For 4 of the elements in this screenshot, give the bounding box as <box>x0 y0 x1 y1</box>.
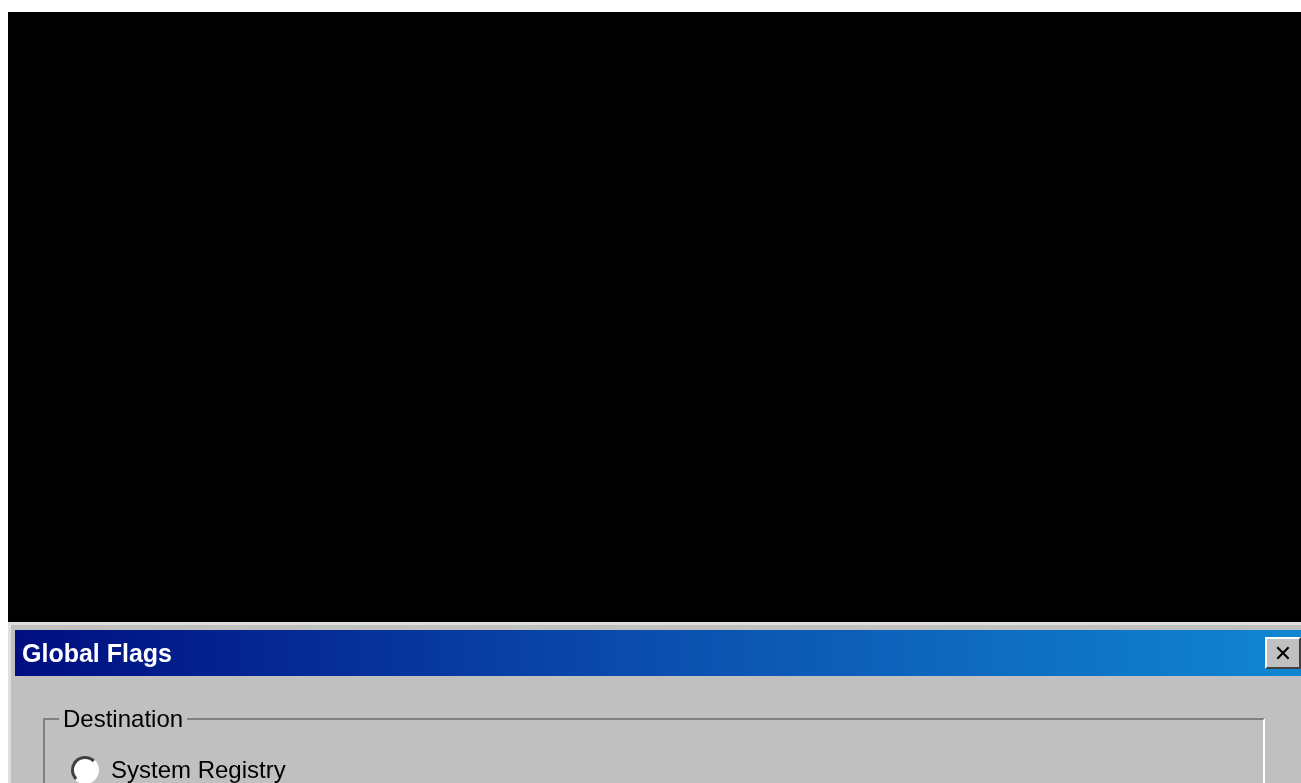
radio-label[interactable]: System Registry <box>111 756 286 783</box>
radio-button[interactable] <box>71 756 99 783</box>
window-title: Global Flags <box>22 638 173 668</box>
close-button[interactable]: ✕ <box>1265 637 1301 669</box>
